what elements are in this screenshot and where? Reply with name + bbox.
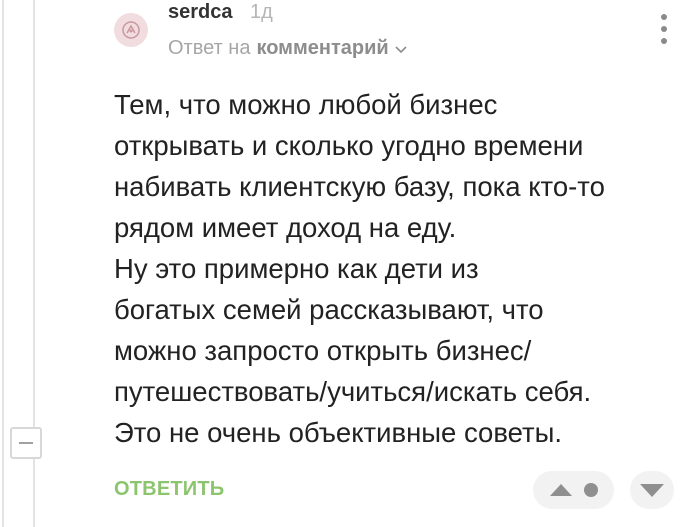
- triangle-down-icon: [640, 483, 664, 497]
- reply-to-line: Ответ на комментарий: [168, 37, 407, 60]
- thread-line-outer: [2, 0, 4, 527]
- comment-line: набивать клиентскую базу, пока кто-то: [114, 171, 605, 202]
- avatar-icon: [122, 21, 140, 39]
- collapse-thread-button[interactable]: [10, 427, 42, 459]
- chevron-down-icon[interactable]: [395, 37, 407, 60]
- comment-line: рядом имеет доход на еду.: [114, 212, 457, 243]
- vote-down-button[interactable]: [630, 471, 674, 509]
- minus-icon: [19, 442, 33, 444]
- comment-line: Это не очень объективные советы.: [114, 417, 563, 448]
- more-vertical-icon[interactable]: [652, 14, 676, 44]
- reply-to-prefix: Ответ на: [168, 37, 251, 59]
- comment-author[interactable]: serdca: [168, 1, 233, 24]
- parent-comment-link[interactable]: комментарий: [256, 37, 388, 60]
- comment-timestamp: 1д: [250, 1, 273, 23]
- comment-line: открывать и сколько угодно времени: [114, 130, 584, 161]
- avatar[interactable]: [114, 13, 148, 47]
- comment-line: богатых семей рассказывают, что: [114, 294, 544, 325]
- comment-body: Тем, что можно любой бизнес открывать и …: [114, 84, 684, 453]
- comment-line: Ну это примерно как дети из: [114, 253, 479, 284]
- vote-up-group: [533, 471, 614, 509]
- comment-line: путешествовать/учиться/искать себя.: [114, 376, 592, 407]
- triangle-up-icon[interactable]: [549, 484, 572, 496]
- dot-icon: [583, 483, 598, 497]
- comment-line: Тем, что можно любой бизнес: [114, 89, 498, 120]
- comment-line: можно запросто открыть бизнес/: [114, 335, 532, 366]
- reply-button[interactable]: ОТВЕТИТЬ: [114, 478, 224, 501]
